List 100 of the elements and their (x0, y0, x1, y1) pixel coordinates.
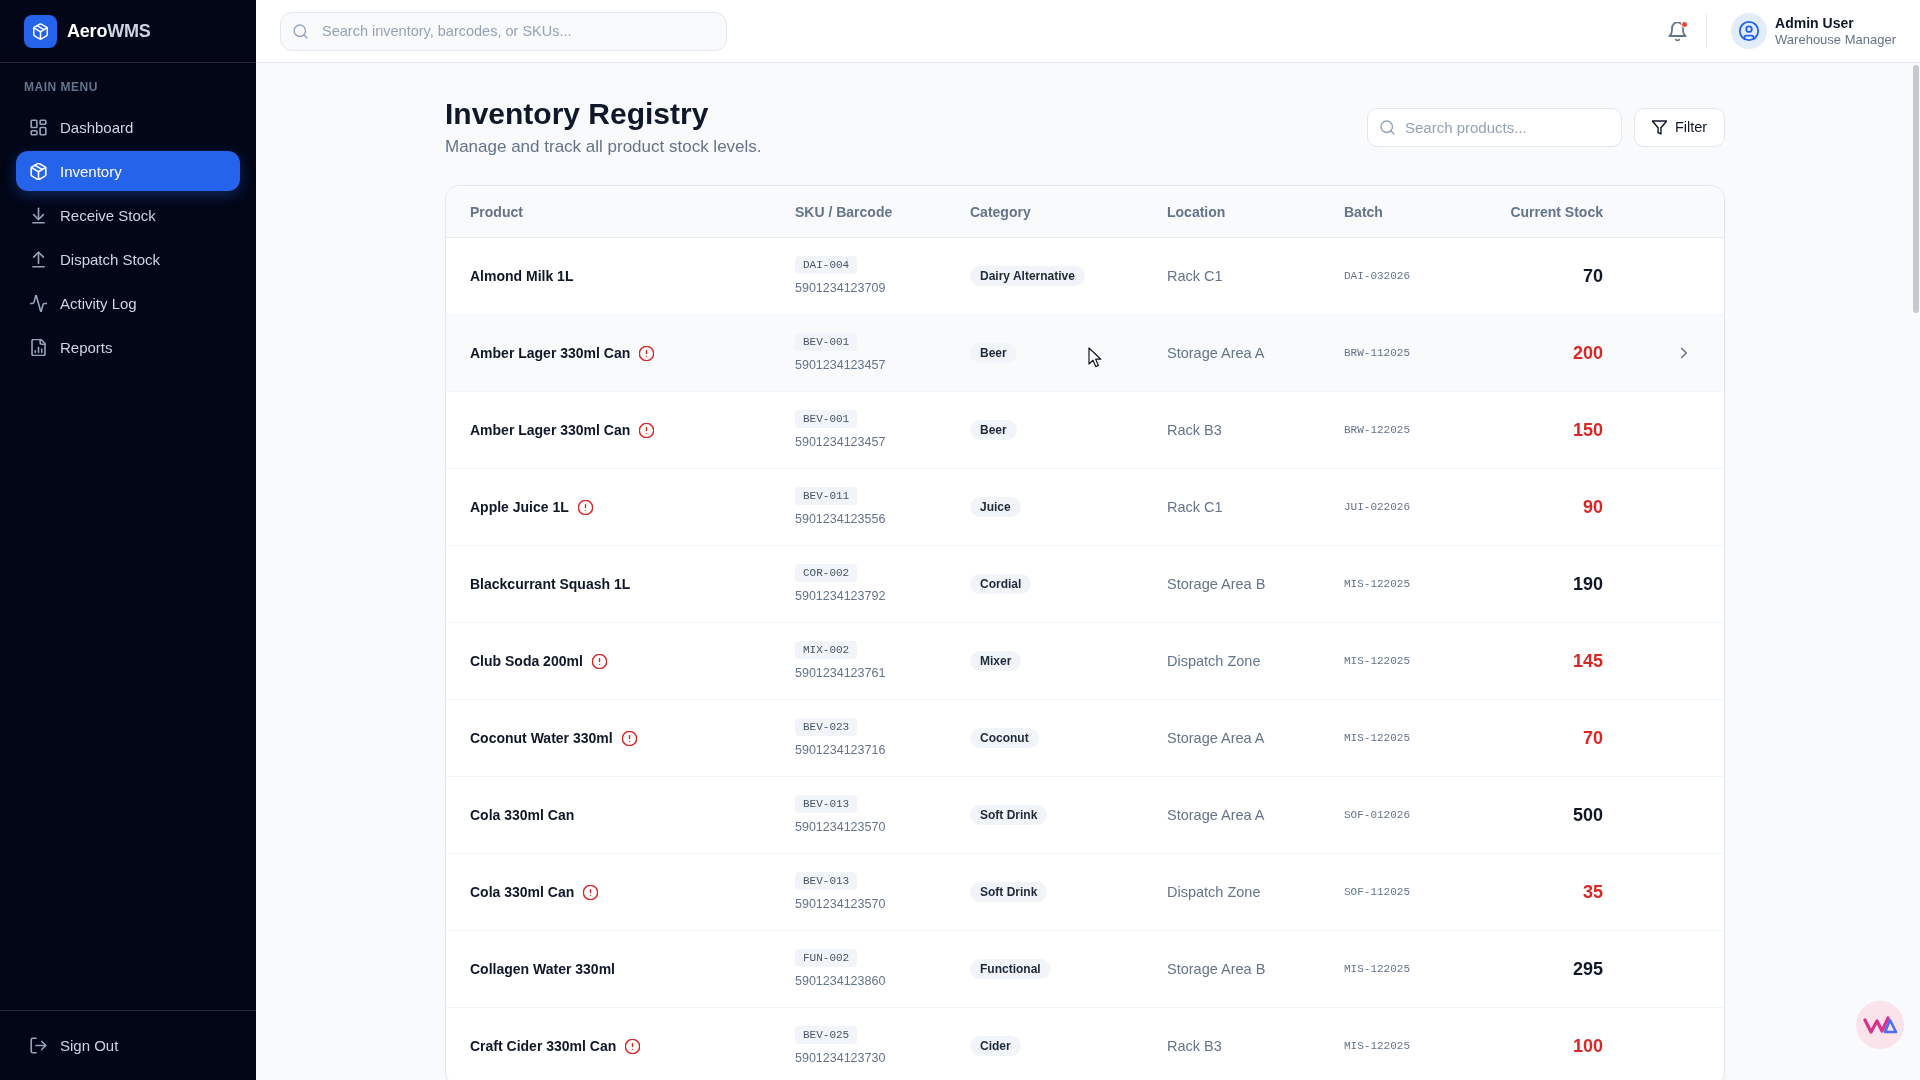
category-tag: Functional (970, 959, 1051, 979)
column-header[interactable]: Category (970, 203, 1167, 220)
box-icon (30, 162, 47, 180)
product-name: Club Soda 200ml (470, 653, 583, 669)
category-tag: Dairy Alternative (970, 266, 1085, 286)
column-header[interactable]: Current Stock (1510, 203, 1603, 220)
sku-tag: COR-002 (795, 563, 858, 582)
batch-code: MIS-122025 (1344, 963, 1410, 975)
table-row[interactable]: Cola 330ml Can BEV-013 5901234123570 Soft Drink Storage Area A SOF-012026 500 (446, 777, 1724, 854)
search-icon (1380, 119, 1395, 135)
column-header[interactable]: SKU / Barcode (795, 203, 970, 220)
product-name: Cola 330ml Can (470, 884, 575, 900)
sidebar-item[interactable]: Dashboard (16, 107, 240, 147)
user-name: Admin User (1775, 14, 1855, 32)
barcode-number: 5901234123556 (795, 510, 886, 528)
sku-tag: BEV-001 (795, 332, 858, 351)
category-tag: Juice (970, 497, 1021, 517)
barcode-number: 5901234123716 (795, 741, 886, 759)
sidebar-item[interactable]: Reports (16, 327, 240, 367)
stock-count: 35 (1582, 881, 1603, 903)
stock-count: 70 (1582, 265, 1603, 287)
table-row[interactable]: Collagen Water 330ml FUN-002 5901234123860 Functional Storage Area B MIS-122025 295 (446, 931, 1724, 1008)
table-row[interactable]: Cola 330ml Can BEV-013 5901234123570 Soft Drink Dispatch Zone SOF-112025 35 (446, 854, 1724, 931)
stock-count: 100 (1572, 1035, 1603, 1057)
product-name: Amber Lager 330ml Can (470, 345, 631, 361)
location-text: Storage Area A (1167, 730, 1265, 746)
table-row[interactable]: Club Soda 200ml MIX-002 5901234123761 Mixer Dispatch Zone MIS-122025 145 (446, 623, 1724, 700)
table-row[interactable]: Amber Lager 330ml Can BEV-001 5901234123457 Beer Rack B3 BRW-122025 150 (446, 392, 1724, 469)
stock-count: 145 (1572, 650, 1603, 672)
column-header[interactable]: Location (1167, 203, 1344, 220)
batch-code: BRW-122025 (1344, 424, 1410, 436)
logo-icon (24, 14, 57, 48)
product-name: Almond Milk 1L (470, 268, 574, 284)
page-title: Inventory Registry (445, 96, 710, 132)
sign-out-button[interactable]: Sign Out (16, 1025, 240, 1065)
section-label: MAIN MENU (24, 80, 98, 94)
barcode-number: 5901234123570 (795, 818, 886, 836)
search-field[interactable]: Search inventory, barcodes, or SKUs... (280, 11, 727, 51)
barcode-number: 5901234123860 (795, 972, 886, 990)
barcode-number: 5901234123457 (795, 356, 886, 374)
pulse-icon (30, 294, 47, 312)
stock-count: 295 (1572, 958, 1603, 980)
filter-icon (1651, 119, 1667, 135)
sidebar-item[interactable]: Activity Log (16, 283, 240, 323)
sku-tag: BEV-013 (795, 794, 858, 813)
batch-code: SOF-012026 (1344, 809, 1410, 821)
barcode-number: 5901234123761 (795, 664, 886, 682)
scrollbar-thumb[interactable] (1913, 65, 1919, 313)
batch-code: BRW-112025 (1344, 347, 1410, 359)
batch-code: MIS-122025 (1344, 655, 1410, 667)
product-name: Collagen Water 330ml (470, 961, 615, 977)
location-text: Dispatch Zone (1167, 653, 1261, 669)
sidebar-item[interactable]: Dispatch Stock (16, 239, 240, 279)
dashboard-icon (30, 118, 47, 136)
mouse-cursor-icon (1088, 347, 1102, 368)
table-row[interactable]: Coconut Water 330ml BEV-023 5901234123716 Coconut Storage Area A MIS-122025 70 (446, 700, 1724, 777)
category-tag: Beer (970, 420, 1017, 440)
report-icon (30, 338, 47, 356)
location-text: Rack C1 (1167, 268, 1223, 284)
column-header[interactable]: Product (470, 203, 795, 220)
sku-tag: MIX-002 (795, 640, 858, 659)
sidebar-item[interactable]: Inventory (16, 151, 240, 191)
stock-count: 190 (1572, 573, 1603, 595)
sidebar-item[interactable]: Receive Stock (16, 195, 240, 235)
batch-code: MIS-122025 (1344, 732, 1410, 744)
location-text: Dispatch Zone (1167, 884, 1261, 900)
filter-button[interactable]: Filter (1634, 107, 1725, 147)
barcode-number: 5901234123709 (795, 279, 886, 297)
batch-code: SOF-112025 (1344, 886, 1410, 898)
table-row[interactable]: Craft Cider 330ml Can BEV-025 5901234123730 Cider Rack B3 MIS-122025 100 (446, 1008, 1724, 1080)
location-text: Rack B3 (1167, 422, 1222, 438)
category-tag: Cordial (970, 574, 1032, 594)
category-tag: Soft Drink (970, 882, 1048, 902)
barcode-number: 5901234123730 (795, 1049, 886, 1067)
brand-name: AeroWMS (67, 20, 151, 42)
search-icon (293, 23, 308, 39)
table-row[interactable]: Blackcurrant Squash 1L COR-002 5901234123792 Cordial Storage Area B MIS-122025 190 (446, 546, 1724, 623)
table-row[interactable]: Apple Juice 1L BEV-011 5901234123556 Juice Rack C1 JUI-022026 90 (446, 469, 1724, 546)
product-name: Cola 330ml Can (470, 807, 575, 823)
stock-count: 70 (1582, 727, 1603, 749)
product-search-field[interactable]: Search products... (1367, 107, 1622, 147)
category-tag: Cider (970, 1036, 1021, 1056)
sku-tag: FUN-002 (795, 948, 858, 967)
stock-count: 90 (1582, 496, 1603, 518)
user-role: Warehouse Manager (1775, 32, 1896, 48)
logo-badge-icon[interactable] (1856, 1001, 1904, 1049)
batch-code: MIS-122025 (1344, 578, 1410, 590)
location-text: Rack B3 (1167, 1038, 1222, 1054)
product-name: Amber Lager 330ml Can (470, 422, 631, 438)
bell-icon[interactable] (1668, 21, 1688, 41)
location-text: Storage Area B (1167, 576, 1266, 592)
logout-icon (30, 1036, 47, 1054)
column-header[interactable]: Batch (1344, 203, 1483, 220)
avatar-icon[interactable] (1731, 13, 1768, 49)
category-tag: Soft Drink (970, 805, 1048, 825)
table-row[interactable]: Amber Lager 330ml Can BEV-001 5901234123457 Beer Storage Area A BRW-112025 200 (446, 315, 1724, 392)
location-text: Rack C1 (1167, 499, 1223, 515)
category-tag: Mixer (970, 651, 1022, 671)
category-tag: Coconut (970, 728, 1039, 748)
sku-tag: BEV-023 (795, 717, 858, 736)
